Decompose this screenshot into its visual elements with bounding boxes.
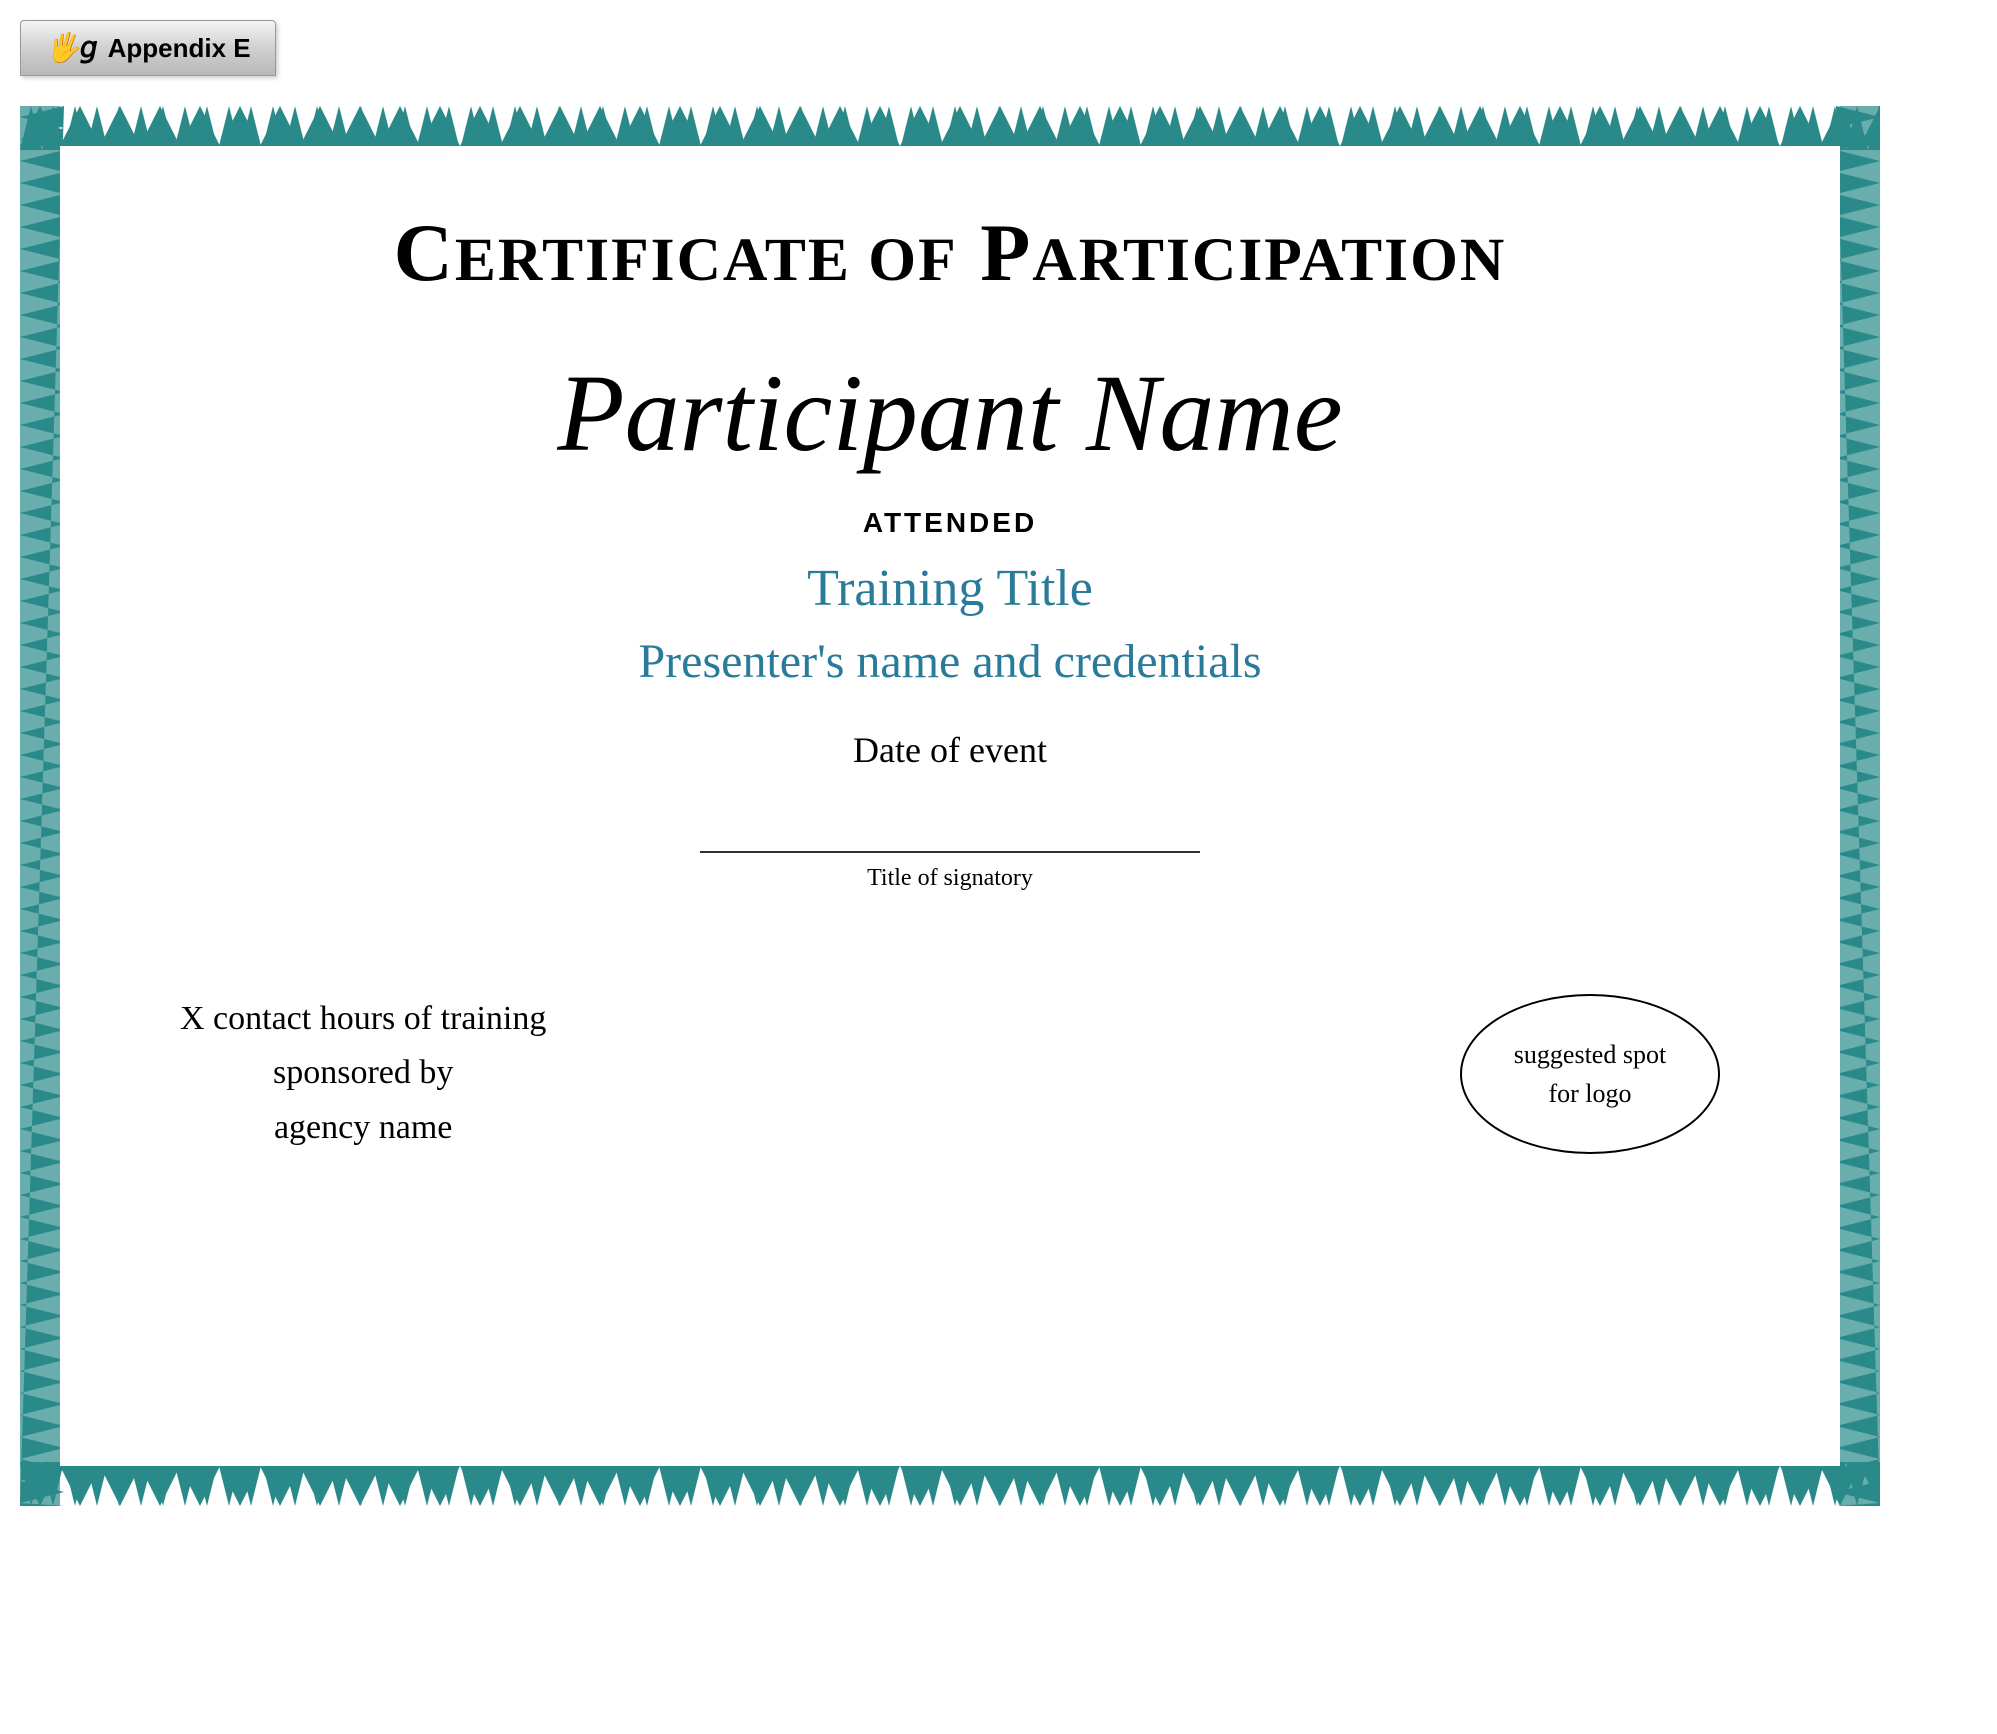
certificate-title: CERTIFICATE OF PARTICIPATION <box>394 206 1507 300</box>
date-of-event: Date of event <box>853 729 1047 771</box>
contact-hours-line1: X contact hours of training <box>180 1000 546 1037</box>
participant-name: Participant Name <box>557 350 1342 477</box>
certificate-content: CERTIFICATE OF PARTICIPATION Participant… <box>60 146 1840 1466</box>
attended-label: ATTENDED <box>863 507 1037 539</box>
contact-hours-line2: sponsored by <box>273 1054 453 1091</box>
presenter-name: Presenter's name and credentials <box>638 634 1261 689</box>
signature-label: Title of signatory <box>867 865 1033 892</box>
logo-spot-line1: suggested spot <box>1514 1040 1666 1069</box>
contact-hours-line3: agency name <box>274 1109 452 1146</box>
training-title: Training Title <box>807 559 1093 618</box>
contact-hours: X contact hours of training sponsored by… <box>180 992 546 1155</box>
signature-area: Title of signatory <box>700 851 1200 892</box>
certificate-container: CERTIFICATE OF PARTICIPATION Participant… <box>20 106 1880 1506</box>
appendix-label: Appendix E <box>108 33 251 64</box>
signature-line <box>700 851 1200 853</box>
bottom-row: X contact hours of training sponsored by… <box>140 992 1760 1155</box>
appendix-icon: 🖐𝘨 <box>45 31 98 65</box>
logo-spot-line2: for logo <box>1548 1079 1631 1108</box>
logo-spot: suggested spot for logo <box>1460 994 1720 1154</box>
appendix-tab: 🖐𝘨 Appendix E <box>20 20 276 76</box>
